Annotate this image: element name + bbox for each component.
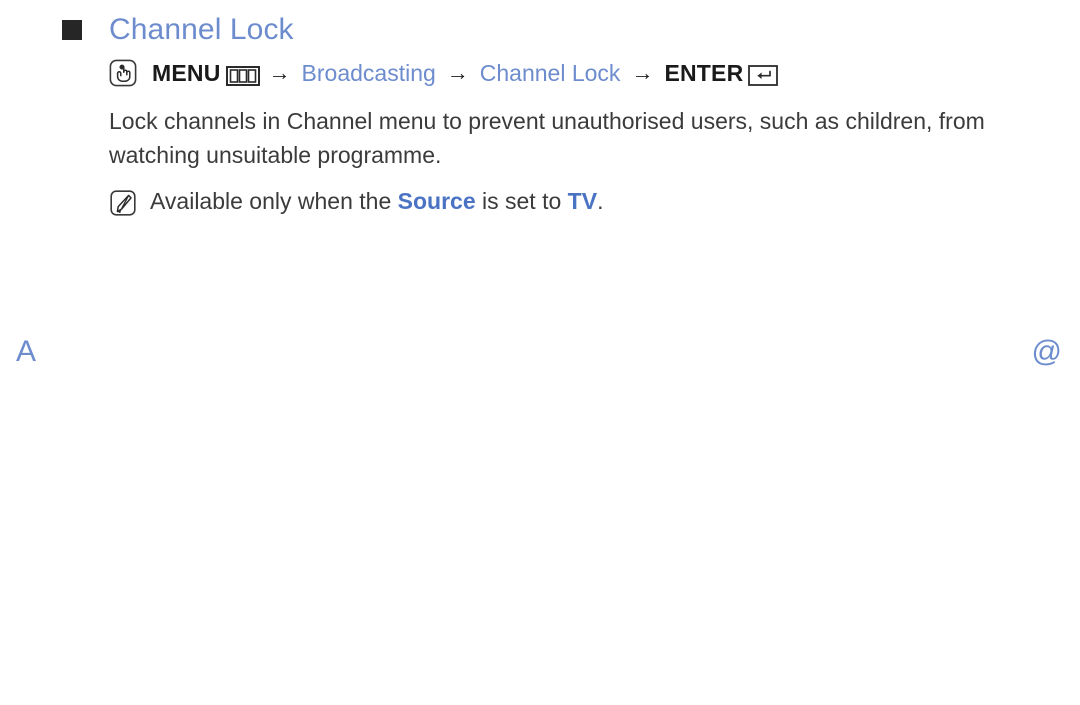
body-column: MENU → Broadcasting → Channel Lock → ENT…: [109, 58, 1050, 217]
menu-step-channel-lock[interactable]: Channel Lock: [480, 58, 621, 88]
menu-hand-icon: [109, 59, 137, 87]
note-middle: is set to: [475, 188, 568, 214]
page-marker-left: A: [16, 335, 37, 368]
menu-panes-icon: [225, 63, 260, 86]
content-area: Channel Lock MENU → Broadcasting → Chann…: [62, 12, 1050, 217]
note-highlight-tv[interactable]: TV: [568, 188, 597, 214]
enter-return-icon: [748, 63, 779, 86]
section-heading: Channel Lock: [62, 12, 1050, 48]
note-row: Available only when the Source is set to…: [109, 186, 1050, 217]
note-text: Available only when the Source is set to…: [150, 186, 603, 216]
menu-label: MENU: [152, 60, 221, 86]
description-paragraph: Lock channels in Channel menu to prevent…: [109, 108, 985, 168]
note-prefix: Available only when the: [150, 188, 398, 214]
menu-path: MENU → Broadcasting → Channel Lock → ENT…: [109, 58, 1050, 88]
note-pencil-icon: [109, 189, 137, 217]
path-arrow-1: →: [268, 60, 291, 85]
menu-step-broadcasting[interactable]: Broadcasting: [302, 58, 436, 88]
page-marker-right: @: [1031, 335, 1062, 368]
path-arrow-3: →: [631, 60, 654, 85]
path-arrow-2: →: [446, 60, 469, 85]
note-suffix: .: [597, 188, 604, 214]
enter-label: ENTER: [664, 60, 744, 86]
note-highlight-source[interactable]: Source: [398, 188, 476, 214]
square-bullet-icon: [62, 20, 82, 40]
page-title: Channel Lock: [109, 13, 294, 46]
